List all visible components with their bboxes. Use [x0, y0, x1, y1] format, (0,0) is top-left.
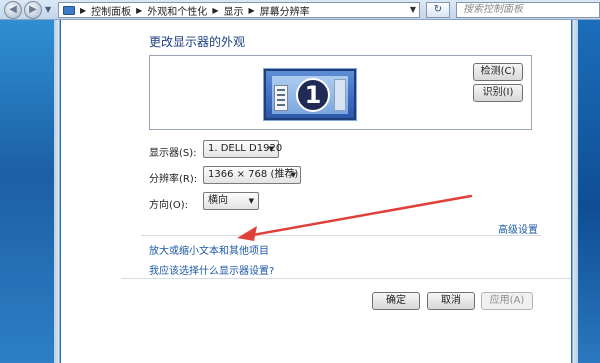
- breadcrumb-item-control-panel[interactable]: 控制面板: [91, 3, 131, 18]
- monitor-screen: 1: [272, 76, 348, 114]
- breadcrumb-separator-icon[interactable]: ▶: [248, 6, 254, 15]
- refresh-icon[interactable]: ↻: [426, 2, 450, 18]
- chevron-down-icon: ▼: [290, 171, 296, 179]
- monitor-number-badge: 1: [296, 78, 330, 112]
- resolution-select[interactable]: 1366 × 768 (推荐) ▼: [203, 166, 301, 184]
- ok-button[interactable]: 确定: [372, 292, 420, 310]
- breadcrumb-item-screen-resolution[interactable]: 屏幕分辨率: [260, 3, 310, 18]
- monitor-thumbnail[interactable]: 1: [263, 68, 357, 121]
- breadcrumb-separator-icon[interactable]: ▶: [212, 6, 218, 15]
- orientation-select-value: 横向: [208, 195, 228, 206]
- text-size-link[interactable]: 放大或缩小文本和其他项目: [149, 242, 269, 257]
- breadcrumb-separator-icon[interactable]: ▶: [136, 6, 142, 15]
- breadcrumb-item-display[interactable]: 显示: [223, 3, 243, 18]
- identify-button[interactable]: 识别(I): [473, 84, 523, 102]
- apply-button[interactable]: 应用(A): [481, 292, 533, 310]
- main-content: 更改显示器的外观 1 检测(C) 识别(I) 显示器(S): 1. DELL D…: [61, 20, 571, 363]
- display-select[interactable]: 1. DELL D1920 ▼: [203, 140, 282, 158]
- monitor-icon: [63, 5, 75, 15]
- footer-divider: [121, 278, 571, 279]
- desktop-background-left: [0, 20, 54, 363]
- breadcrumb-separator-icon[interactable]: ▶: [80, 6, 86, 15]
- search-input[interactable]: 搜索控制面板: [456, 2, 600, 18]
- window-thumbnail-icon: [274, 85, 288, 111]
- side-panel-icon: [334, 79, 346, 111]
- window-frame-right: [572, 20, 578, 363]
- display-settings-help-link[interactable]: 我应该选择什么显示器设置?: [149, 262, 274, 277]
- chevron-down-icon: ▼: [268, 145, 274, 153]
- section-divider: [141, 235, 541, 236]
- recent-pages-dropdown-icon[interactable]: ▼: [45, 5, 51, 14]
- orientation-select[interactable]: 横向 ▼: [203, 192, 259, 210]
- resolution-select-value: 1366 × 768 (推荐): [208, 169, 299, 180]
- cancel-button[interactable]: 取消: [427, 292, 475, 310]
- navigation-bar: ◀ ▶ ▼ ▶ 控制面板 ▶ 外观和个性化 ▶ 显示 ▶ 屏幕分辨率 ▼ ↻ 搜…: [0, 0, 600, 20]
- display-label: 显示器(S):: [149, 148, 197, 159]
- page-title: 更改显示器的外观: [149, 35, 246, 49]
- detect-button[interactable]: 检测(C): [473, 63, 523, 81]
- window-frame-left: [54, 20, 60, 363]
- advanced-settings-link[interactable]: 高级设置: [498, 221, 538, 236]
- display-preview: 1 检测(C) 识别(I): [149, 55, 532, 130]
- desktop-background-right: [578, 20, 600, 363]
- address-dropdown-icon[interactable]: ▼: [410, 5, 416, 14]
- resolution-label: 分辨率(R):: [149, 174, 198, 185]
- forward-icon[interactable]: ▶: [24, 1, 42, 19]
- chevron-down-icon: ▼: [248, 197, 254, 205]
- back-icon[interactable]: ◀: [4, 1, 22, 19]
- orientation-label: 方向(O):: [149, 200, 189, 211]
- address-bar[interactable]: ▶ 控制面板 ▶ 外观和个性化 ▶ 显示 ▶ 屏幕分辨率 ▼: [58, 2, 420, 18]
- breadcrumb-item-appearance[interactable]: 外观和个性化: [147, 3, 207, 18]
